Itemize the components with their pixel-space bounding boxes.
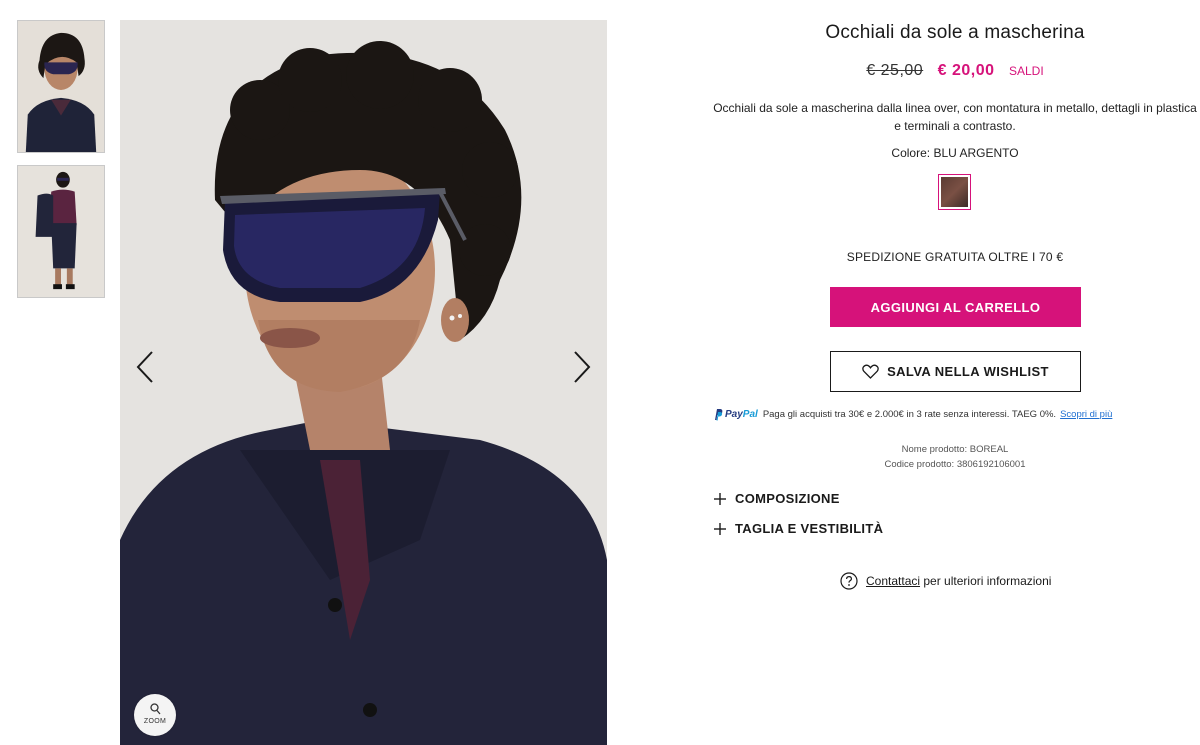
- model-photo: [120, 20, 607, 745]
- zoom-button[interactable]: ZOOM: [134, 694, 176, 736]
- plus-icon: [714, 522, 726, 535]
- paypal-logo: PayPal: [713, 408, 758, 421]
- accordion-composizione[interactable]: COMPOSIZIONE: [713, 491, 840, 506]
- wishlist-label: SALVA NELLA WISHLIST: [887, 364, 1049, 379]
- heart-icon: [862, 364, 879, 379]
- thumbnail-2-image: [18, 166, 104, 297]
- zoom-label: ZOOM: [143, 718, 167, 725]
- chevron-right-icon[interactable]: [569, 347, 593, 387]
- price-old: € 25,00: [866, 62, 924, 79]
- contact-row: Contattaci per ulteriori informazioni: [840, 572, 1051, 590]
- thumbnail-1[interactable]: [17, 20, 105, 153]
- paypal-wordmark-pal: Pal: [742, 409, 758, 420]
- question-circle-icon: [840, 572, 858, 590]
- price-new: € 20,00: [937, 62, 995, 79]
- contact-text: per ulteriori informazioni: [923, 574, 1052, 588]
- paypal-wordmark-pay: Pay: [725, 409, 743, 420]
- accordion-taglia-vestibilita[interactable]: TAGLIA E VESTIBILITÀ: [713, 521, 883, 536]
- paypal-wordmark: PayPal: [725, 409, 758, 420]
- paypal-learn-more-link[interactable]: Scopri di più: [1060, 409, 1112, 420]
- add-to-cart-button[interactable]: AGGIUNGI AL CARRELLO: [830, 287, 1081, 327]
- product-title: Occhiali da sole a mascherina: [825, 22, 1085, 43]
- sale-badge: SALDI: [1009, 64, 1044, 78]
- contact-link[interactable]: Contattaci: [866, 574, 920, 588]
- color-label: Colore: BLU ARGENTO: [891, 146, 1019, 160]
- magnifier-icon: [150, 703, 161, 715]
- product-code-meta: Codice prodotto: 3806192106001: [884, 459, 1026, 470]
- accordion-label: TAGLIA E VESTIBILITÀ: [735, 521, 884, 536]
- paypal-banner: PayPal Paga gli acquisti tra 30€ e 2.000…: [713, 408, 1112, 421]
- price-row: € 25,00 € 20,00 SALDI: [710, 62, 1200, 80]
- wishlist-button[interactable]: SALVA NELLA WISHLIST: [830, 351, 1081, 392]
- thumbnail-1-image: [18, 21, 104, 152]
- thumbnail-2[interactable]: [17, 165, 105, 298]
- plus-icon: [714, 492, 726, 505]
- main-product-image: ZOOM: [120, 20, 607, 745]
- chevron-left-icon[interactable]: [134, 347, 158, 387]
- paypal-icon: [715, 409, 723, 421]
- product-name-meta: Nome prodotto: BOREAL: [901, 444, 1009, 455]
- paypal-text: Paga gli acquisti tra 30€ e 2.000€ in 3 …: [762, 409, 1057, 420]
- accordion-label: COMPOSIZIONE: [735, 491, 840, 506]
- shipping-note: SPEDIZIONE GRATUITA OLTRE I 70 €: [846, 250, 1064, 264]
- color-swatch-blu-argento[interactable]: [938, 174, 971, 210]
- color-swatch-fill: [941, 177, 968, 207]
- product-page: ZOOM Occhiali da sole a mascherina € 25,…: [0, 0, 1200, 745]
- product-description: Occhiali da sole a mascherina dalla line…: [713, 101, 1197, 133]
